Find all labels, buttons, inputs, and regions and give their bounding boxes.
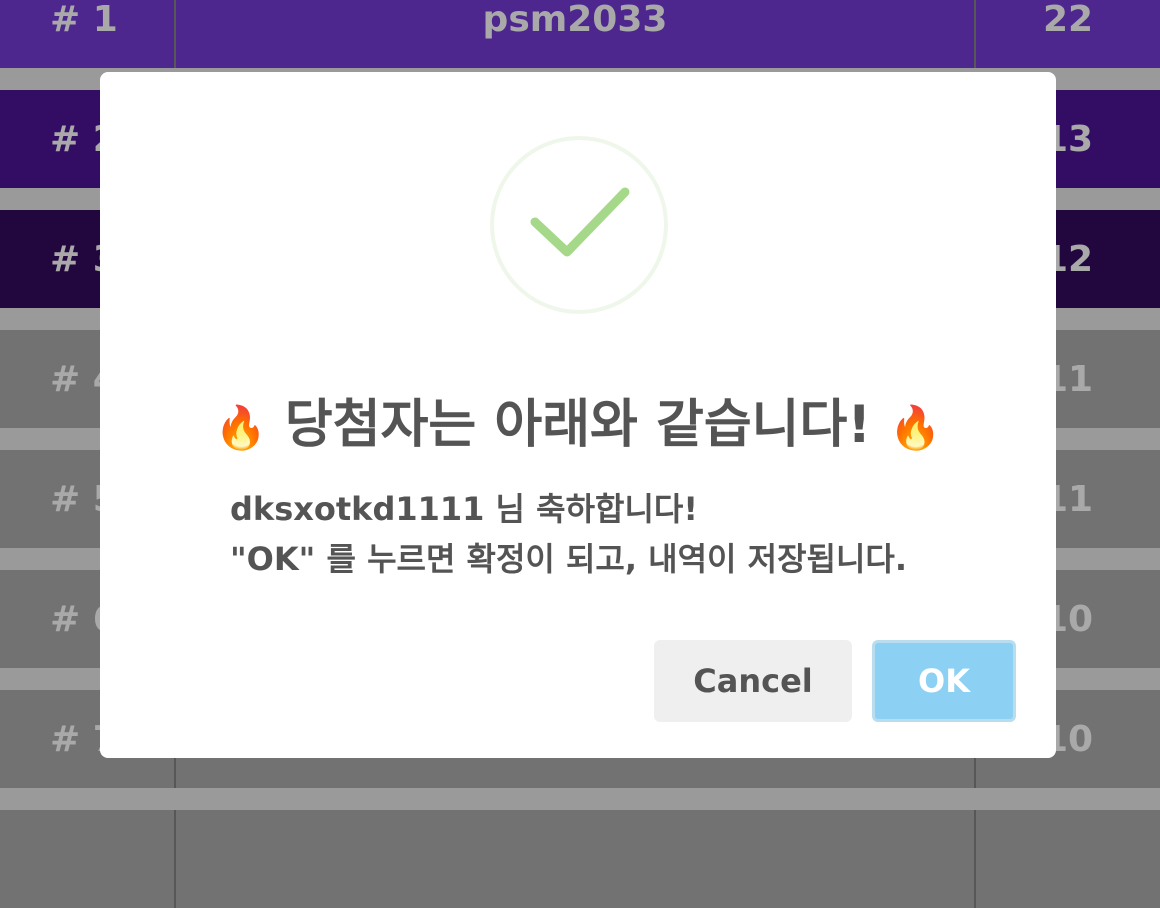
- fire-icon: 🔥: [889, 403, 942, 452]
- rank-cell: [0, 810, 176, 908]
- name-cell: psm2033: [176, 0, 976, 68]
- dialog-message: dksxotkd1111 님 축하합니다! "OK" 를 누르면 확정이 되고,…: [230, 484, 990, 584]
- message-line-1: dksxotkd1111 님 축하합니다!: [230, 490, 698, 528]
- fire-icon: 🔥: [214, 403, 267, 452]
- check-icon: [530, 187, 630, 257]
- rank-cell: # 1: [0, 0, 176, 68]
- dialog-title-text: 당첨자는 아래와 같습니다!: [284, 395, 872, 455]
- score-cell: [976, 810, 1160, 908]
- cancel-button[interactable]: Cancel: [654, 640, 852, 722]
- table-row: # 1 psm2033 22: [0, 0, 1160, 68]
- score-cell: 22: [1042, 0, 1094, 40]
- message-line-2: "OK" 를 누르면 확정이 되고, 내역이 저장됩니다.: [230, 540, 907, 578]
- table-row: [0, 810, 1160, 908]
- dialog-title: 🔥 당첨자는 아래와 같습니다! 🔥: [100, 382, 1056, 457]
- winner-dialog: 🔥 당첨자는 아래와 같습니다! 🔥 dksxotkd1111 님 축하합니다!…: [100, 72, 1056, 758]
- ok-button[interactable]: OK: [872, 640, 1016, 722]
- name-cell: [176, 810, 976, 908]
